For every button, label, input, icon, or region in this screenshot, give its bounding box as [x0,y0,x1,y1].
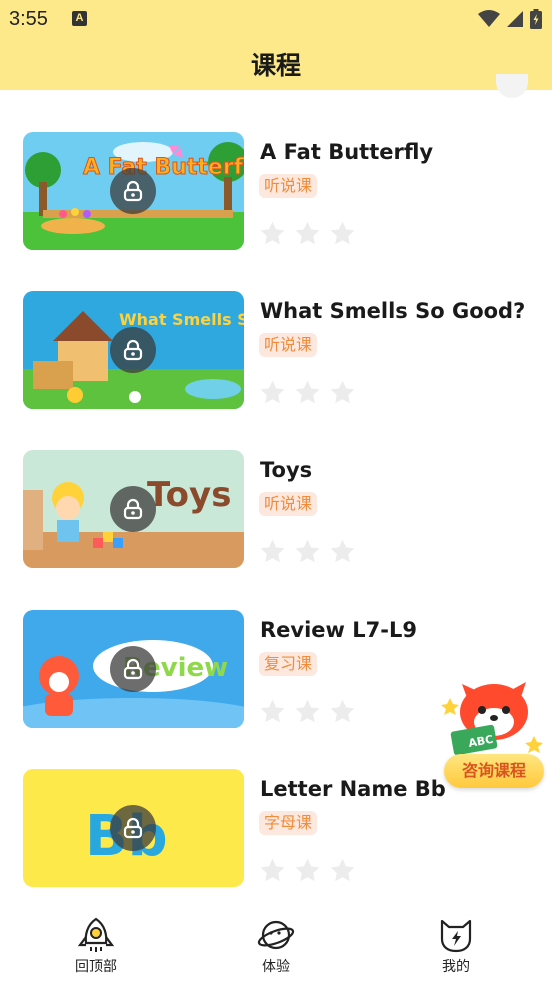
star-icon [330,699,355,723]
lock-icon [110,646,156,692]
course-title: Review L7-L9 [260,618,417,642]
star-rating [259,857,356,884]
course-card[interactable]: Toys Toys 听说课 [0,450,552,580]
course-card[interactable]: What Smells So Good? What Smells So Good… [0,291,552,421]
nav-label: 体验 [262,959,290,975]
nav-label: 我的 [442,959,470,975]
status-time: 3:55 [9,8,48,30]
lock-icon [110,486,156,532]
star-icon [260,539,285,563]
course-type-badge: 复习课 [259,652,318,676]
lock-icon [110,168,156,214]
course-type-badge: 字母课 [259,811,318,835]
course-thumbnail: Review [23,610,244,728]
course-title: Toys [260,458,313,482]
star-rating [259,220,356,247]
header: 课程 [0,40,552,90]
star-icon [260,221,285,245]
wifi-icon [478,10,500,27]
course-thumbnail: A Fat Butterfly [23,132,244,250]
star-rating [259,698,356,725]
previous-item-edge [496,74,528,98]
notification-icon: A [72,11,87,26]
star-icon [330,221,355,245]
star-rating [259,538,356,565]
star-icon [260,380,285,404]
thumb-title: Toys [147,475,231,515]
nav-experience[interactable]: 体验 [226,917,326,976]
course-title: Letter Name Bb [260,777,446,801]
course-title: What Smells So Good? [260,299,526,323]
status-icons [478,8,542,30]
course-type-badge: 听说课 [259,492,318,516]
star-icon [330,380,355,404]
cat-face-icon [440,919,472,953]
star-icon [330,858,355,882]
star-icon [295,221,320,245]
course-thumbnail: Bb [23,769,244,887]
page-title: 课程 [250,51,301,80]
star-icon [295,858,320,882]
course-card[interactable]: A Fat Butterfly A Fat Butterfly 听说课 [0,132,552,262]
course-type-badge: 听说课 [259,333,318,357]
star-icon [295,699,320,723]
star-rating [259,379,356,406]
nav-label: 回顶部 [75,959,117,975]
course-thumbnail: What Smells So Good? [23,291,244,409]
battery-icon [530,9,542,29]
star-icon [330,539,355,563]
nav-back-to-top[interactable]: 回顶部 [46,917,146,976]
star-icon [260,699,285,723]
thumb-title: What Smells So Good? [119,310,244,329]
lock-icon [110,805,156,851]
consult-course-widget[interactable]: ABC 咨询课程 [440,672,548,792]
star-icon [295,380,320,404]
course-type-badge: 听说课 [259,174,318,198]
fox-mascot-icon: ABC [441,682,543,756]
status-bar: 3:55 A [0,0,552,40]
planet-icon [257,920,295,950]
nav-mine[interactable]: 我的 [406,917,506,976]
signal-icon [507,11,523,27]
lock-icon [110,327,156,373]
thumb-title: A Fat Butterfly [83,155,244,180]
course-thumbnail: Toys [23,450,244,568]
course-title: A Fat Butterfly [260,140,434,164]
rocket-icon [77,917,115,952]
course-page: 3:55 A 课程 A Fat Butterfly [0,0,552,983]
bottom-nav: 回顶部 体验 我的 [0,905,552,983]
consult-course-button[interactable]: 咨询课程 [444,754,544,788]
star-icon [260,858,285,882]
star-icon [295,539,320,563]
